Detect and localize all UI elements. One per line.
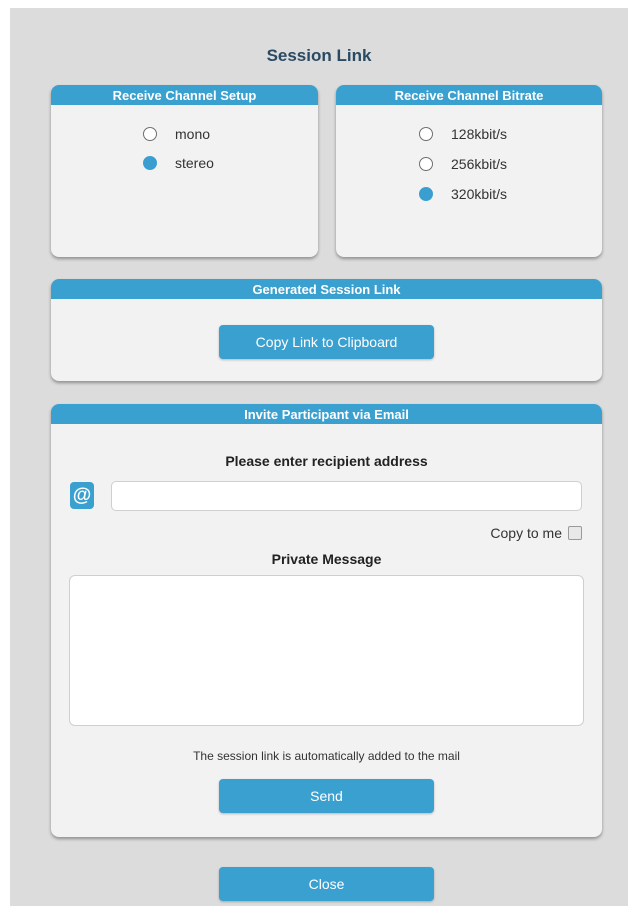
invite-participant-panel: Invite Participant via Email Please ente… [51,404,602,837]
radio-button-stereo[interactable] [143,156,157,170]
radio-option-320kbit[interactable]: 320kbit/s [419,186,507,202]
generated-session-link-panel: Generated Session Link Copy Link to Clip… [51,279,602,381]
recipient-email-input[interactable] [111,481,582,511]
close-button[interactable]: Close [219,867,434,901]
send-button[interactable]: Send [219,779,434,813]
copy-to-me-label: Copy to me [490,525,562,541]
radio-label-256kbit: 256kbit/s [451,156,508,172]
receive-channel-bitrate-header: Receive Channel Bitrate [336,85,602,105]
recipient-address-label: Please enter recipient address [225,453,428,469]
radio-label-stereo: stereo [175,155,214,171]
copy-link-button[interactable]: Copy Link to Clipboard [219,325,434,359]
radio-label-mono: mono [175,126,211,142]
generated-session-link-header: Generated Session Link [51,279,602,299]
at-sign-icon: @ [70,482,94,509]
radio-button-128kbit[interactable] [419,127,433,141]
radio-option-256kbit[interactable]: 256kbit/s [419,156,507,172]
radio-option-mono[interactable]: mono [143,126,210,142]
radio-option-stereo[interactable]: stereo [143,155,214,171]
copy-to-me-checkbox[interactable] [568,526,582,540]
radio-label-320kbit: 320kbit/s [451,186,508,202]
copy-to-me-option[interactable]: Copy to me [490,525,582,541]
radio-label-128kbit: 128kbit/s [451,126,508,142]
invite-participant-header: Invite Participant via Email [51,404,602,424]
receive-channel-bitrate-panel: Receive Channel Bitrate 128kbit/s 256kbi… [336,85,602,257]
private-message-label: Private Message [271,551,382,567]
radio-button-mono[interactable] [143,127,157,141]
radio-option-128kbit[interactable]: 128kbit/s [419,126,507,142]
radio-button-256kbit[interactable] [419,157,433,171]
receive-channel-setup-panel: Receive Channel Setup mono stereo [51,85,318,257]
session-link-note: The session link is automatically added … [193,749,460,763]
receive-channel-setup-header: Receive Channel Setup [51,85,318,105]
dialog-title: Session Link [266,46,372,65]
private-message-textarea[interactable] [69,575,584,726]
radio-button-320kbit[interactable] [419,187,433,201]
session-link-dialog: Session Link Receive Channel Setup mono … [10,8,628,906]
